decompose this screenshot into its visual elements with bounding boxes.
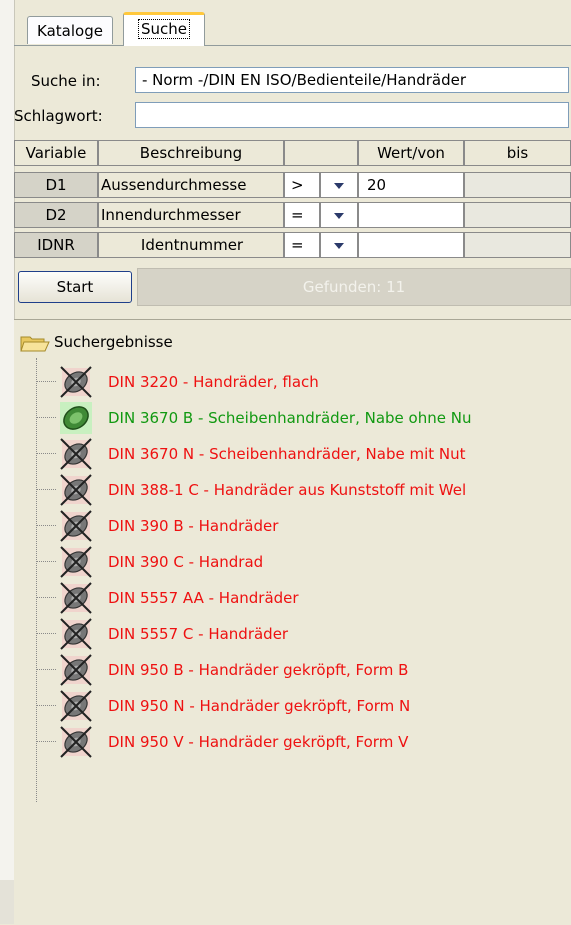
tree-branch-line [36, 705, 56, 706]
handwheel-unavailable-icon [60, 726, 92, 758]
tree-item[interactable]: DIN 388-1 C - Handräder aus Kunststoff m… [36, 472, 571, 508]
row-operator[interactable]: > [284, 172, 320, 198]
handwheel-unavailable-icon [60, 510, 92, 542]
handwheel-unavailable-icon [60, 582, 92, 614]
handwheel-available-icon [60, 402, 92, 434]
tree-branch-line [36, 381, 56, 382]
tree-item-label: DIN 3670 B - Scheibenhandräder, Nabe ohn… [108, 409, 472, 427]
tree-item-label: DIN 390 B - Handräder [108, 517, 279, 535]
handwheel-unavailable-icon [60, 690, 92, 722]
col-header-wert-von[interactable]: Wert/von [358, 140, 464, 166]
row-beschreibung: Aussendurchmesse [98, 172, 284, 198]
row-beschreibung: Identnummer [98, 232, 284, 258]
results-tree: Suchergebnisse DIN 3220 - Handräder, fla… [14, 319, 571, 925]
handwheel-unavailable-icon [60, 474, 92, 506]
schlagwort-input[interactable] [135, 102, 569, 128]
tree-item-label: DIN 3670 N - Scheibenhandräder, Nabe mit… [108, 445, 466, 463]
col-header-beschreibung[interactable]: Beschreibung [98, 140, 284, 166]
tree-item[interactable]: DIN 3670 N - Scheibenhandräder, Nabe mit… [36, 436, 571, 472]
tab-kataloge-label: Kataloge [37, 22, 103, 40]
operator-dropdown[interactable] [320, 232, 358, 258]
col-header-bis[interactable]: bis [464, 140, 571, 166]
row-wert-von-input[interactable] [358, 202, 464, 228]
tree-item[interactable]: DIN 5557 C - Handräder [36, 616, 571, 652]
tree-item-label: DIN 3220 - Handräder, flach [108, 373, 319, 391]
suche-in-field[interactable]: - Norm -/DIN EN ISO/Bedienteile/Handräde… [135, 67, 569, 93]
suche-in-label: Suche in: [31, 72, 101, 90]
handwheel-unavailable-icon [60, 618, 92, 650]
chevron-down-icon [334, 242, 344, 249]
tree-item[interactable]: DIN 950 V - Handräder gekröpft, Form V [36, 724, 571, 760]
tree-item[interactable]: DIN 5557 AA - Handräder [36, 580, 571, 616]
handwheel-unavailable-icon [60, 366, 92, 398]
tree-item[interactable]: DIN 950 N - Handräder gekröpft, Form N [36, 688, 571, 724]
col-header-operator[interactable] [284, 140, 358, 166]
col-header-variable[interactable]: Variable [14, 140, 98, 166]
tab-suche-label: Suche [137, 19, 190, 39]
handwheel-unavailable-icon [60, 546, 92, 578]
tree-root-label: Suchergebnisse [54, 333, 173, 351]
tree-root[interactable]: Suchergebnisse [20, 330, 173, 354]
left-strip-lower [0, 880, 14, 924]
tree-item-label: DIN 5557 AA - Handräder [108, 589, 299, 607]
tree-branch-line [36, 669, 56, 670]
row-wert-von-input[interactable]: 20 [358, 172, 464, 198]
tree-branch-line [36, 597, 56, 598]
tab-suche[interactable]: Suche [123, 12, 205, 46]
tree-branch-line [36, 417, 56, 418]
tree-item[interactable]: DIN 390 C - Handrad [36, 544, 571, 580]
tree-branch-line [36, 453, 56, 454]
tree-item-label: DIN 950 B - Handräder gekröpft, Form B [108, 661, 409, 679]
tree-item[interactable]: DIN 3670 B - Scheibenhandräder, Nabe ohn… [36, 400, 571, 436]
tree-item-label: DIN 388-1 C - Handräder aus Kunststoff m… [108, 481, 467, 499]
tree-branch-line [36, 489, 56, 490]
row-operator[interactable]: = [284, 232, 320, 258]
tree-item[interactable]: DIN 390 B - Handräder [36, 508, 571, 544]
row-variable: D2 [14, 202, 98, 228]
row-operator[interactable]: = [284, 202, 320, 228]
chevron-down-icon [334, 182, 344, 189]
start-button[interactable]: Start [18, 271, 132, 303]
row-bis-input[interactable] [464, 232, 571, 258]
tree-item[interactable]: DIN 3220 - Handräder, flach [36, 364, 571, 400]
tree-branch-line [36, 561, 56, 562]
tree-branch-line [36, 525, 56, 526]
row-bis-input[interactable] [464, 202, 571, 228]
tree-item-label: DIN 390 C - Handrad [108, 553, 264, 571]
folder-open-icon [20, 336, 50, 351]
tree-branch-line [36, 633, 56, 634]
row-bis-input[interactable] [464, 172, 571, 198]
found-count-status: Gefunden: 11 [137, 268, 571, 306]
chevron-down-icon [334, 212, 344, 219]
row-beschreibung: Innendurchmesser [98, 202, 284, 228]
tab-underline [14, 45, 571, 46]
tree-branch-line [36, 741, 56, 742]
schlagwort-label: Schlagwort: [14, 107, 103, 125]
operator-dropdown[interactable] [320, 202, 358, 228]
handwheel-unavailable-icon [60, 438, 92, 470]
operator-dropdown[interactable] [320, 172, 358, 198]
tab-kataloge[interactable]: Kataloge [27, 16, 113, 44]
row-wert-von-input[interactable] [358, 232, 464, 258]
tree-item-label: DIN 950 N - Handräder gekröpft, Form N [108, 697, 411, 715]
tree-item-label: DIN 5557 C - Handräder [108, 625, 289, 643]
tree-item[interactable]: DIN 950 B - Handräder gekröpft, Form B [36, 652, 571, 688]
tree-item-label: DIN 950 V - Handräder gekröpft, Form V [108, 733, 409, 751]
handwheel-unavailable-icon [60, 654, 92, 686]
left-strip [0, 0, 14, 924]
row-variable: D1 [14, 172, 98, 198]
row-variable: IDNR [14, 232, 98, 258]
